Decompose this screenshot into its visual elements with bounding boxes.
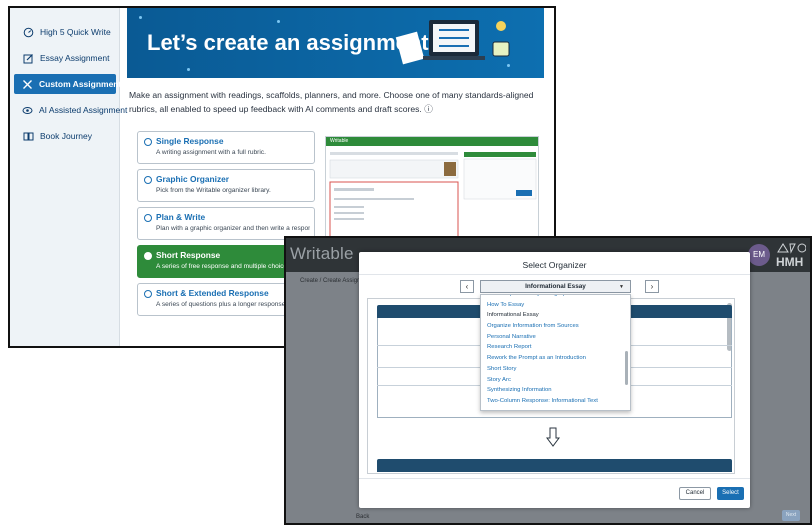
option-title: Single Response (156, 136, 224, 146)
user-avatar[interactable]: EM (748, 244, 770, 266)
sidebar-item-essay[interactable]: Essay Assignment (14, 48, 116, 68)
sidebar-item-high5[interactable]: High 5 Quick Write (14, 22, 116, 42)
hmh-logo: HMH (776, 242, 808, 268)
arrow-down-icon (546, 427, 560, 447)
select-organizer-window: Writable EM HMH Create / Create Assign B… (284, 236, 812, 525)
cancel-button[interactable]: Cancel (679, 487, 711, 500)
chevron-left-icon: ‹ (465, 282, 469, 291)
ai-sparkle-icon (22, 104, 33, 116)
dropdown-option[interactable]: Research Report (481, 342, 621, 353)
radio-icon (144, 138, 152, 146)
sidebar-item-ai-assisted[interactable]: AI Assisted Assignment (14, 100, 127, 120)
modal-divider (359, 274, 750, 275)
selected-organizer: Informational Essay (525, 283, 586, 290)
dropdown-option[interactable]: Two-Column Response: Informational Text (481, 396, 621, 407)
check-circle-icon (144, 252, 152, 260)
dropdown-scrollbar[interactable] (625, 351, 628, 385)
option-title: Graphic Organizer (156, 174, 230, 184)
organizer-section-header (377, 459, 732, 472)
sidebar-item-book-journey[interactable]: Book Journey (14, 126, 116, 146)
dropdown-option[interactable]: Organize Information from Sources (481, 321, 621, 332)
dropdown-option[interactable]: Personal Narrative (481, 332, 621, 343)
option-description: Plan with a graphic organizer and then w… (156, 225, 310, 232)
radio-icon (144, 290, 152, 298)
sidebar-item-label: Essay Assignment (40, 53, 110, 63)
sidebar-item-custom[interactable]: Custom Assignment (14, 74, 121, 94)
breadcrumb[interactable]: Create / Create Assign (300, 278, 360, 284)
gauge-icon (22, 26, 34, 38)
option-graphic-organizer[interactable]: Graphic Organizer Pick from the Writable… (137, 169, 315, 202)
book-icon (22, 130, 34, 142)
option-description: Pick from the Writable organizer library… (156, 187, 271, 194)
option-single-response[interactable]: Single Response A writing assignment wit… (137, 131, 315, 164)
organizer-dropdown: Four-Step Summary Paragraph How To Essay I… (480, 294, 631, 411)
dropdown-option[interactable]: Informational Essay (481, 310, 621, 321)
writable-logo: Writable (290, 244, 354, 263)
next-button[interactable]: Next (782, 510, 800, 521)
sidebar-item-label: High 5 Quick Write (40, 27, 111, 37)
option-title: Plan & Write (156, 212, 206, 222)
dropdown-option[interactable]: Story Arc (481, 375, 621, 386)
laptop-illustration (395, 20, 510, 65)
modal-title: Select Organizer (522, 260, 587, 270)
select-button[interactable]: Select (717, 487, 744, 500)
back-button[interactable]: Back (356, 514, 369, 520)
select-organizer-modal: Select Organizer ‹ Informational Essay ▼… (359, 252, 750, 508)
next-label: Next (785, 512, 797, 518)
hero-banner: Let’s create an assignment! (127, 8, 544, 78)
pencil-square-icon (22, 52, 34, 64)
hmh-mark-icon (777, 243, 807, 254)
dropdown-option[interactable]: Synthesizing Information (481, 385, 621, 396)
sidebar-item-label: AI Assisted Assignment (39, 105, 128, 115)
chevron-right-icon: › (650, 282, 654, 291)
organizer-select[interactable]: Informational Essay ▼ (480, 280, 631, 293)
radio-icon (144, 214, 152, 222)
preview-header: Writable (326, 137, 538, 146)
intro-text: Make an assignment with readings, scaffo… (129, 90, 534, 114)
next-organizer-button[interactable]: › (645, 280, 659, 293)
hmh-logo-text: HMH (776, 255, 804, 269)
option-description: A writing assignment with a full rubric. (156, 149, 266, 156)
radio-icon (144, 176, 152, 184)
modal-footer-divider (359, 478, 750, 479)
organizer-dropdown-list: Four-Step Summary Paragraph How To Essay I… (481, 295, 621, 407)
previous-organizer-button[interactable]: ‹ (460, 280, 474, 293)
dropdown-option[interactable]: How To Essay (481, 300, 621, 311)
assignment-type-sidebar: High 5 Quick Write Essay Assignment Cust… (10, 8, 127, 346)
sidebar-item-label: Custom Assignment (39, 79, 122, 89)
dropdown-option[interactable]: Short Story (481, 364, 621, 375)
dropdown-option[interactable]: Rework the Prompt as an Introduction (481, 353, 621, 364)
chevron-down-icon: ▼ (619, 284, 624, 290)
tools-icon (22, 78, 33, 90)
sidebar-item-label: Book Journey (40, 131, 92, 141)
